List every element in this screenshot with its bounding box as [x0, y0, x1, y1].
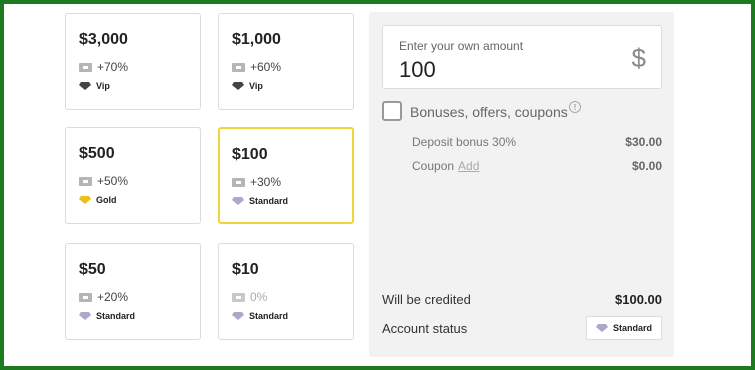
card-bonus-label: 0%: [250, 290, 268, 304]
info-icon[interactable]: !: [569, 101, 581, 113]
deposit-bonus-label: Deposit bonus 30%: [412, 135, 517, 149]
card-status-label: Standard: [96, 311, 136, 321]
credited-row: Will be credited $100.00: [382, 292, 662, 307]
card-amount: $3,000: [79, 31, 128, 48]
diamond-icon: [79, 312, 91, 320]
deposit-card-100[interactable]: $100 +30% Standard: [218, 127, 354, 224]
diamond-icon: [232, 82, 244, 90]
coupon-label-group: Coupon Add: [412, 159, 479, 173]
custom-amount-value[interactable]: 100: [399, 57, 436, 83]
dollar-icon: $: [631, 43, 646, 73]
card-bonus: +60%: [232, 60, 281, 74]
card-amount: $10: [232, 261, 259, 278]
coupon-value: $0.00: [631, 159, 662, 173]
ticket-icon: [79, 62, 92, 72]
deposit-bonus-value: $30.00: [625, 135, 662, 149]
card-status: Standard: [232, 196, 288, 206]
diamond-icon: [232, 197, 244, 205]
card-status-label: Gold: [96, 195, 117, 205]
account-status-label: Account status: [382, 320, 468, 336]
card-bonus: +30%: [232, 175, 281, 189]
card-status-label: Standard: [249, 196, 289, 206]
add-coupon-link[interactable]: Add: [458, 159, 479, 173]
deposit-card-10[interactable]: $10 0% Standard: [218, 243, 354, 340]
custom-amount-label: Enter your own amount: [399, 39, 524, 53]
card-status: Vip: [79, 81, 110, 91]
deposit-card-500[interactable]: $500 +50% Gold: [65, 127, 201, 224]
coupon-row: Coupon Add $0.00: [412, 159, 662, 173]
card-bonus-label: +20%: [97, 290, 129, 304]
card-status-label: Vip: [96, 81, 110, 91]
custom-amount-input[interactable]: Enter your own amount 100 $: [382, 25, 662, 89]
deposit-card-3000[interactable]: $3,000 +70% Vip: [65, 13, 201, 110]
card-status-label: Standard: [249, 311, 289, 321]
ticket-icon: [232, 177, 245, 187]
credited-label: Will be credited: [382, 292, 471, 307]
diamond-icon: [79, 196, 91, 204]
diamond-icon: [595, 324, 608, 332]
credited-value: $100.00: [615, 292, 662, 307]
card-bonus-label: +30%: [250, 175, 282, 189]
card-bonus-label: +70%: [97, 60, 129, 74]
coupon-label: Coupon: [412, 159, 455, 173]
ticket-icon: [79, 292, 92, 302]
deposit-card-50[interactable]: $50 +20% Standard: [65, 243, 201, 340]
deposit-bonus-row: Deposit bonus 30% $30.00: [412, 135, 662, 149]
card-bonus: +50%: [79, 174, 128, 188]
card-bonus: +70%: [79, 60, 128, 74]
bonus-checkbox[interactable]: [382, 101, 402, 121]
ticket-icon: [79, 176, 92, 186]
card-amount: $50: [79, 261, 106, 278]
deposit-summary-panel: Enter your own amount 100 $ Bonuses, off…: [369, 12, 674, 357]
card-status: Vip: [232, 81, 263, 91]
card-status: Gold: [79, 195, 117, 205]
card-status-label: Vip: [249, 81, 263, 91]
card-amount: $100: [232, 146, 268, 163]
account-status-badge: Standard: [585, 316, 662, 340]
card-amount: $500: [79, 145, 115, 162]
card-bonus-label: +50%: [97, 174, 129, 188]
account-status-value: Standard: [612, 323, 652, 333]
deposit-card-1000[interactable]: $1,000 +60% Vip: [218, 13, 354, 110]
account-status-row: Account status Standard: [382, 316, 662, 340]
bonus-checkbox-label[interactable]: Bonuses, offers, coupons: [410, 104, 568, 120]
card-amount: $1,000: [232, 31, 281, 48]
card-bonus: 0%: [232, 290, 267, 304]
ticket-icon: [232, 292, 245, 302]
diamond-icon: [79, 82, 91, 90]
card-bonus: +20%: [79, 290, 128, 304]
card-bonus-label: +60%: [250, 60, 282, 74]
card-status: Standard: [232, 311, 288, 321]
diamond-icon: [232, 312, 244, 320]
ticket-icon: [232, 62, 245, 72]
card-status: Standard: [79, 311, 135, 321]
